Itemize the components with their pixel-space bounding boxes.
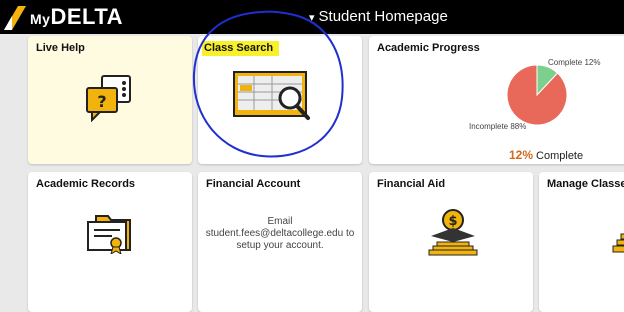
progress-percent: 12% [509,148,534,162]
class-search-tile[interactable]: Class Search [198,36,362,164]
logo-text: MyDELTA [30,4,124,29]
chat-help-icon: ? [86,75,131,122]
incomplete-slice-label: Incomplete 88% [469,122,527,131]
tile-title: Financial Account [206,178,301,190]
tile-title: Manage Classes [547,178,624,190]
message-line: student.fees@deltacollege.edu to [205,228,355,239]
caret-down-icon: ▾ [309,12,315,24]
tile-title: Academic Records [36,178,136,190]
financial-account-tile[interactable]: Financial Account Email student.fees@del… [198,172,362,312]
setup-account-message: Email student.fees@deltacollege.edu to s… [204,216,356,252]
tile-title: Financial Aid [377,178,446,190]
progress-summary-text: Complete [536,150,584,162]
manage-classes-tile[interactable]: Manage Classes [539,172,624,312]
page-title-dropdown[interactable]: ▾ Student Homepage [309,8,448,27]
page-title-text: Student Homepage [318,8,448,25]
pie-slice-incomplete [506,64,568,126]
academic-progress-tile[interactable]: Academic Progress Complete 12% Incomplet… [369,36,624,164]
progress-summary: 12% Complete [509,148,583,162]
certificate-icon [87,215,131,254]
live-help-tile[interactable]: Live Help ? [28,36,192,164]
financial-aid-icon: $ [428,209,478,256]
financial-aid-tile[interactable]: Financial Aid $ [369,172,533,312]
tile-title: Live Help [36,42,85,54]
message-line: setup your account. [236,240,324,251]
academic-records-tile[interactable]: Academic Records [28,172,192,312]
class-search-icon [233,71,310,120]
manage-classes-icon [612,233,624,253]
tile-title: Class Search [202,41,280,56]
complete-slice-label: Complete 12% [548,58,601,67]
message-line: Email [267,216,293,227]
delta-logo-icon [4,6,26,30]
svg-text:?: ? [97,92,106,111]
svg-text:$: $ [448,214,457,229]
top-bar: MyDELTA ▾ Student Homepage [0,0,624,34]
mydelta-logo[interactable]: MyDELTA [4,5,123,31]
